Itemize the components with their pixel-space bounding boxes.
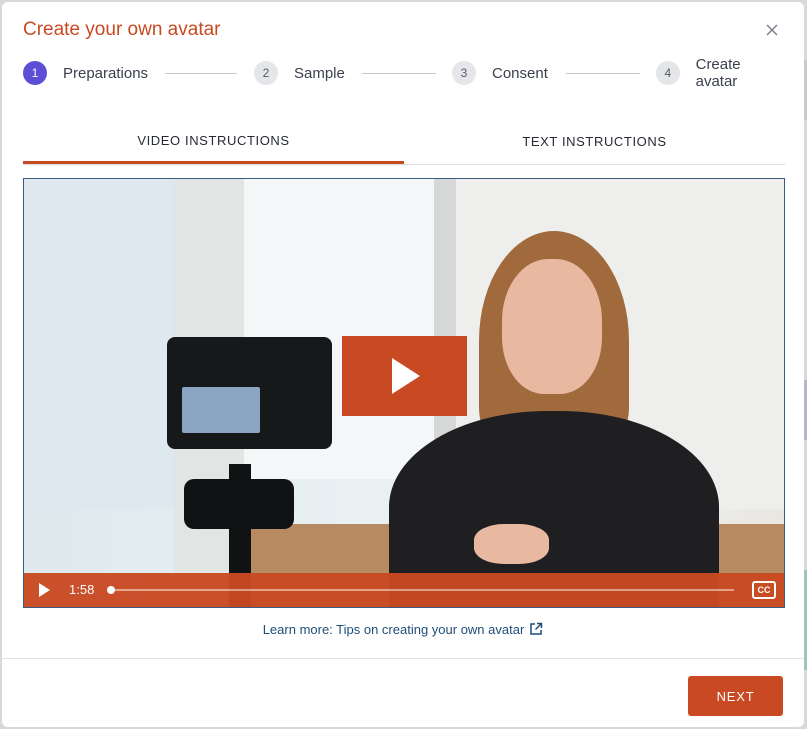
footer-divider bbox=[2, 658, 804, 659]
step-sample: 2 Sample bbox=[254, 60, 345, 86]
learn-more-row: Learn more: Tips on creating your own av… bbox=[2, 622, 804, 637]
step-label: Consent bbox=[492, 64, 548, 82]
step-connector bbox=[165, 73, 237, 74]
video-person-hands bbox=[474, 524, 549, 564]
learn-more-link[interactable]: Learn more: Tips on creating your own av… bbox=[263, 622, 525, 637]
dialog-title: Create your own avatar bbox=[23, 19, 221, 40]
external-link-icon[interactable] bbox=[529, 622, 543, 636]
closed-captions-icon[interactable]: CC bbox=[752, 581, 776, 599]
step-number: 3 bbox=[452, 61, 476, 85]
step-number: 2 bbox=[254, 61, 278, 85]
step-connector bbox=[362, 73, 436, 74]
instructions-tabs: VIDEO INSTRUCTIONS TEXT INSTRUCTIONS bbox=[23, 120, 785, 165]
tab-text-instructions[interactable]: TEXT INSTRUCTIONS bbox=[404, 120, 785, 162]
video-player[interactable]: 1:58 CC bbox=[23, 178, 785, 608]
create-avatar-dialog: Create your own avatar 1 Preparations 2 … bbox=[2, 2, 804, 727]
step-number: 4 bbox=[656, 61, 680, 85]
close-icon[interactable] bbox=[762, 20, 782, 40]
step-preparations: 1 Preparations bbox=[23, 60, 148, 86]
video-camera-screen bbox=[182, 387, 260, 433]
step-label: Sample bbox=[294, 64, 345, 82]
step-number: 1 bbox=[23, 61, 47, 85]
video-progress-bar[interactable] bbox=[107, 586, 734, 594]
play-icon[interactable] bbox=[36, 582, 52, 598]
video-controls-bar: 1:58 CC bbox=[24, 573, 784, 607]
video-progress-handle[interactable] bbox=[107, 586, 115, 594]
play-overlay-button[interactable] bbox=[342, 336, 467, 416]
video-duration: 1:58 bbox=[69, 582, 95, 597]
stepper: 1 Preparations 2 Sample 3 Consent 4 Crea… bbox=[23, 56, 785, 90]
video-person-face bbox=[502, 259, 602, 394]
step-create-avatar: 4 Create avatar bbox=[656, 56, 785, 90]
step-consent: 3 Consent bbox=[452, 60, 548, 86]
step-label: Preparations bbox=[63, 64, 149, 82]
step-label: Create avatar bbox=[695, 56, 741, 90]
step-connector bbox=[566, 73, 640, 74]
play-icon bbox=[392, 358, 420, 394]
video-tripod bbox=[184, 479, 294, 529]
video-window-light bbox=[24, 179, 174, 509]
next-button[interactable]: NEXT bbox=[688, 676, 783, 716]
tab-video-instructions[interactable]: VIDEO INSTRUCTIONS bbox=[23, 120, 404, 164]
